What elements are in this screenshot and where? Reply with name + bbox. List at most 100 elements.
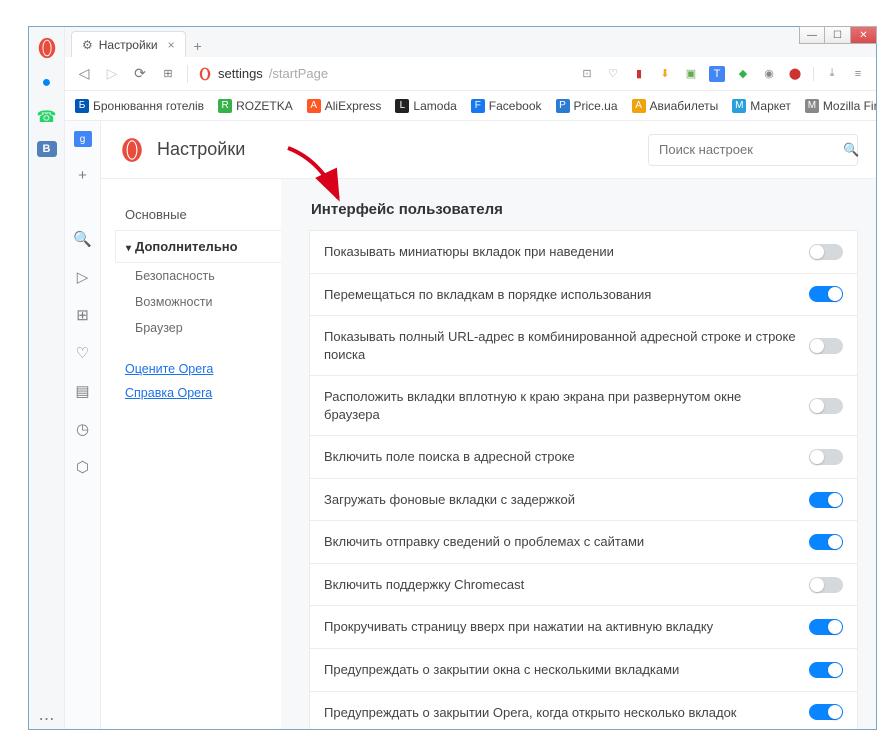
setting-toggle[interactable] [809, 286, 843, 302]
messenger-icon[interactable]: ● [37, 73, 57, 93]
nav-advanced[interactable]: ▾Дополнительно [115, 230, 282, 263]
bookmark-item[interactable]: RROZETKA [218, 99, 293, 113]
setting-toggle[interactable] [809, 619, 843, 635]
bookmark-favicon: Б [75, 99, 89, 113]
search-input[interactable] [659, 142, 835, 157]
news-side-icon[interactable]: ▤ [73, 381, 93, 401]
bookmark-favicon: F [471, 99, 485, 113]
more-icon[interactable]: ⋯ [37, 709, 57, 729]
settings-search[interactable]: 🔍 [648, 134, 858, 166]
setting-toggle[interactable] [809, 398, 843, 414]
bookmark-favicon: L [395, 99, 409, 113]
address-bar: ◁ ▷ ⟳ ⊞ settings/startPage ⊡ ♡ ▮ ⬇ ▣ [65, 57, 876, 91]
left-rail: ● ☎ B ⋯ [29, 27, 65, 729]
cube-side-icon[interactable]: ⬡ [73, 457, 93, 477]
close-tab-icon[interactable]: × [168, 38, 175, 52]
bookmark-label: AliExpress [325, 99, 382, 113]
reload-button[interactable]: ⟳ [131, 65, 149, 83]
nav-rate-link[interactable]: Оцените Opera [115, 357, 281, 381]
setting-label: Загружать фоновые вкладки с задержкой [324, 491, 799, 509]
bookmark-item[interactable]: А Авиабилеты [632, 99, 719, 113]
setting-label: Предупреждать о закрытии окна с нескольк… [324, 661, 799, 679]
setting-toggle[interactable] [809, 492, 843, 508]
new-tab-button[interactable]: + [186, 35, 210, 57]
settings-nav: Основные ▾Дополнительно Безопасность Воз… [101, 179, 281, 729]
back-button[interactable]: ◁ [75, 65, 93, 83]
nav-basic[interactable]: Основные [115, 199, 281, 230]
bookmark-label: Авиабилеты [650, 99, 719, 113]
nav-security[interactable]: Безопасность [115, 263, 281, 289]
bookmarks-bar: ББронювання готелів RROZETKA A AliExpress LL… [65, 91, 876, 121]
translate-side-icon[interactable]: g [74, 131, 92, 147]
forward-button[interactable]: ▷ [103, 65, 121, 83]
ext-icon-3[interactable]: ◆ [735, 66, 751, 82]
setting-toggle[interactable] [809, 577, 843, 593]
settings-content[interactable]: Интерфейс пользователя Показывать миниат… [281, 179, 876, 729]
bookmark-label: Price.ua [574, 99, 618, 113]
close-button[interactable]: ✕ [851, 26, 877, 44]
settings-logo-icon [119, 137, 145, 163]
ext-icon-4[interactable]: ◉ [761, 66, 777, 82]
clock-side-icon[interactable]: ◷ [73, 419, 93, 439]
send-side-icon[interactable]: ▷ [73, 267, 93, 287]
heart-icon[interactable]: ♡ [605, 66, 621, 82]
bookmark-favicon: A [307, 99, 321, 113]
bookmark-icon[interactable]: ▮ [631, 66, 647, 82]
heart-side-icon[interactable]: ♡ [73, 343, 93, 363]
download-icon[interactable]: ⤓ [824, 66, 840, 82]
setting-label: Перемещаться по вкладкам в порядке испол… [324, 286, 799, 304]
setting-row: Включить поле поиска в адресной строке [309, 436, 858, 479]
setting-toggle[interactable] [809, 244, 843, 260]
setting-row: Предупреждать о закрытии окна с нескольк… [309, 649, 858, 692]
setting-label: Включить поддержку Chromecast [324, 576, 799, 594]
setting-row: Показывать полный URL-адрес в комбиниров… [309, 316, 858, 376]
gear-icon: ⚙ [82, 38, 93, 52]
bookmark-favicon: R [218, 99, 232, 113]
bookmark-item[interactable]: FFacebook [471, 99, 542, 113]
url-field[interactable]: settings/startPage [198, 66, 569, 81]
tab-settings[interactable]: ⚙ Настройки × [71, 31, 186, 57]
ext-icon-2[interactable]: ▣ [683, 66, 699, 82]
bookmark-item[interactable]: PPrice.ua [556, 99, 618, 113]
setting-label: Предупреждать о закрытии Opera, когда от… [324, 704, 799, 722]
ext-icon-5[interactable]: ⬤ [787, 66, 803, 82]
grid-side-icon[interactable]: ⊞ [73, 305, 93, 325]
setting-label: Расположить вкладки вплотную к краю экра… [324, 388, 799, 423]
page-title: Настройки [157, 139, 636, 160]
translate-icon[interactable]: T [709, 66, 725, 82]
setting-toggle[interactable] [809, 449, 843, 465]
bookmark-item[interactable]: ББронювання готелів [75, 99, 204, 113]
opera-logo-icon[interactable] [36, 37, 58, 59]
bookmark-favicon: M [805, 99, 819, 113]
setting-label: Включить поле поиска в адресной строке [324, 448, 799, 466]
inner-sidebar: g + 🔍 ▷ ⊞ ♡ ▤ ◷ ⬡ [65, 121, 101, 729]
setting-toggle[interactable] [809, 704, 843, 720]
setting-toggle[interactable] [809, 662, 843, 678]
camera-icon[interactable]: ⊡ [579, 66, 595, 82]
add-side-icon[interactable]: + [73, 165, 93, 185]
setting-row: Перемещаться по вкладкам в порядке испол… [309, 274, 858, 317]
nav-help-link[interactable]: Справка Opera [115, 381, 281, 405]
setting-toggle[interactable] [809, 534, 843, 550]
vk-icon[interactable]: B [37, 141, 57, 157]
maximize-button[interactable]: ☐ [825, 26, 851, 44]
nav-features[interactable]: Возможности [115, 289, 281, 315]
bookmark-label: Маркет [750, 99, 791, 113]
speed-dial-button[interactable]: ⊞ [159, 65, 177, 83]
ext-icon-1[interactable]: ⬇ [657, 66, 673, 82]
search-side-icon[interactable]: 🔍 [73, 229, 93, 249]
bookmark-item[interactable]: L Lamoda [395, 99, 456, 113]
bookmark-item[interactable]: A AliExpress [307, 99, 382, 113]
setting-toggle[interactable] [809, 338, 843, 354]
menu-icon[interactable]: ≡ [850, 66, 866, 82]
nav-browser[interactable]: Браузер [115, 315, 281, 341]
url-path: /startPage [269, 66, 328, 81]
minimize-button[interactable]: — [799, 26, 825, 44]
bookmark-item[interactable]: ММаркет [732, 99, 791, 113]
whatsapp-icon[interactable]: ☎ [37, 107, 57, 127]
bookmark-label: Lamoda [413, 99, 456, 113]
bookmark-favicon: А [632, 99, 646, 113]
bookmark-item[interactable]: MMozilla Firefox [805, 99, 876, 113]
setting-row: Прокручивать страницу вверх при нажатии … [309, 606, 858, 649]
setting-row: Показывать миниатюры вкладок при наведен… [309, 230, 858, 274]
